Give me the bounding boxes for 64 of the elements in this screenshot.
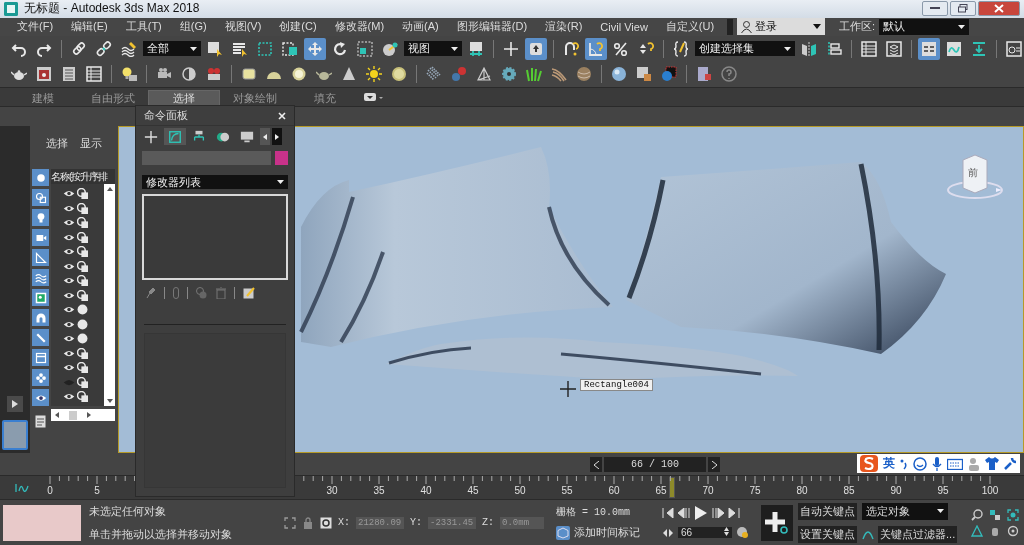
frame-tick-label: 60 <box>608 485 620 497</box>
auto-key-button[interactable]: 自动关键点 <box>798 502 858 520</box>
frame-tick-label: 95 <box>937 485 949 497</box>
menu-item[interactable]: 文件(F) <box>8 19 63 35</box>
key-set-dropdown[interactable]: 选定对象 <box>862 502 949 520</box>
prompt-text: 单击并拖动以选择并移动对象 <box>89 526 233 542</box>
menu-item[interactable]: 修改器(M) <box>325 19 394 35</box>
menu-item[interactable]: 视图(V) <box>215 19 271 35</box>
workspace-label: 工作区: <box>839 19 876 35</box>
add-time-tag-button[interactable]: 添加时间标记 <box>574 525 641 541</box>
menu-item[interactable]: 编辑(E) <box>62 19 117 35</box>
frame-tick-label: 45 <box>467 485 479 497</box>
frame-tick-label: 35 <box>373 485 385 497</box>
frame-tick-label: 50 <box>514 485 526 497</box>
selection-status: 未选定任何对象 <box>89 503 167 519</box>
ribbon-tab[interactable]: 填充 <box>290 91 360 107</box>
menu-item[interactable]: 自定义(U) <box>656 19 724 35</box>
menu-item[interactable]: 渲染(R) <box>536 19 592 35</box>
ribbon-tab[interactable]: 选择 <box>148 90 220 107</box>
frame-tick-label: 5 <box>94 485 100 497</box>
input-language[interactable]: 英 <box>883 455 895 473</box>
dropdown[interactable]: 创建选择集 <box>695 41 795 57</box>
frame-tick-label: 90 <box>890 485 902 497</box>
menu-item[interactable]: 创建(C) <box>270 19 326 35</box>
frame-tick-label: 0 <box>47 485 53 497</box>
menu-item[interactable]: 图形编辑器(D) <box>447 19 537 35</box>
menu-item[interactable]: Civil View <box>591 20 657 33</box>
window-title: 无标题 - Autodesk 3ds Max 2018 <box>24 0 201 18</box>
dropdown[interactable]: 视图 <box>404 41 462 57</box>
login-dropdown[interactable]: 登录 <box>737 18 826 36</box>
time-slider-label[interactable]: 66 / 100 <box>604 457 706 473</box>
menu-item[interactable]: 组(G) <box>170 19 216 35</box>
time-ruler[interactable]: 0 5 <box>45 476 135 500</box>
frame-tick-label: 65 <box>655 485 667 497</box>
frame-tick-label: 30 <box>326 485 338 497</box>
dropdown[interactable]: 全部 <box>143 41 201 57</box>
panel-title: 命令面板 <box>144 108 189 123</box>
frame-tick-label: 75 <box>749 485 761 497</box>
frame-tick-label: 80 <box>796 485 808 497</box>
column-header[interactable]: 名称(按升序排 <box>51 169 115 185</box>
frame-tick-label: 100 <box>981 485 999 497</box>
menu-item[interactable]: 工具(T) <box>116 19 171 35</box>
modifier-list-dropdown[interactable]: 修改器列表 <box>142 175 288 189</box>
frame-tick-label: 70 <box>702 485 714 497</box>
object-tooltip: Rectangle004 <box>580 379 653 392</box>
set-key-toggle[interactable]: 设置关键点 <box>798 525 858 543</box>
grid-spacing: 栅格 = 10.0mm <box>556 506 632 520</box>
ribbon-tab[interactable]: 建模 <box>8 91 78 107</box>
ribbon-tab[interactable]: 自由形式 <box>78 91 148 107</box>
menu-item[interactable]: 动画(A) <box>393 19 448 35</box>
current-frame-field[interactable]: 66 <box>678 527 733 539</box>
workspace-dropdown[interactable]: 默认 <box>879 18 970 35</box>
time-ruler[interactable]: 30 35 40 45 50 55 60 65 70 75 80 85 90 95 100 <box>295 476 1000 500</box>
explorer-menu-item[interactable]: 显示 <box>80 136 102 152</box>
z-label: Z: <box>482 517 495 529</box>
frame-tick-label: 55 <box>561 485 573 497</box>
x-label: X: <box>338 517 350 529</box>
explorer-menu-item[interactable]: 选择 <box>46 136 68 152</box>
frame-tick-label: 85 <box>843 485 855 497</box>
y-label: Y: <box>410 517 423 529</box>
viewcube-face-label[interactable]: 前 <box>968 167 978 180</box>
frame-tick-label: 40 <box>420 485 432 497</box>
ribbon-tab[interactable]: 对象绘制 <box>220 91 290 107</box>
key-filters-button[interactable]: 关键点过滤器... <box>878 525 958 543</box>
